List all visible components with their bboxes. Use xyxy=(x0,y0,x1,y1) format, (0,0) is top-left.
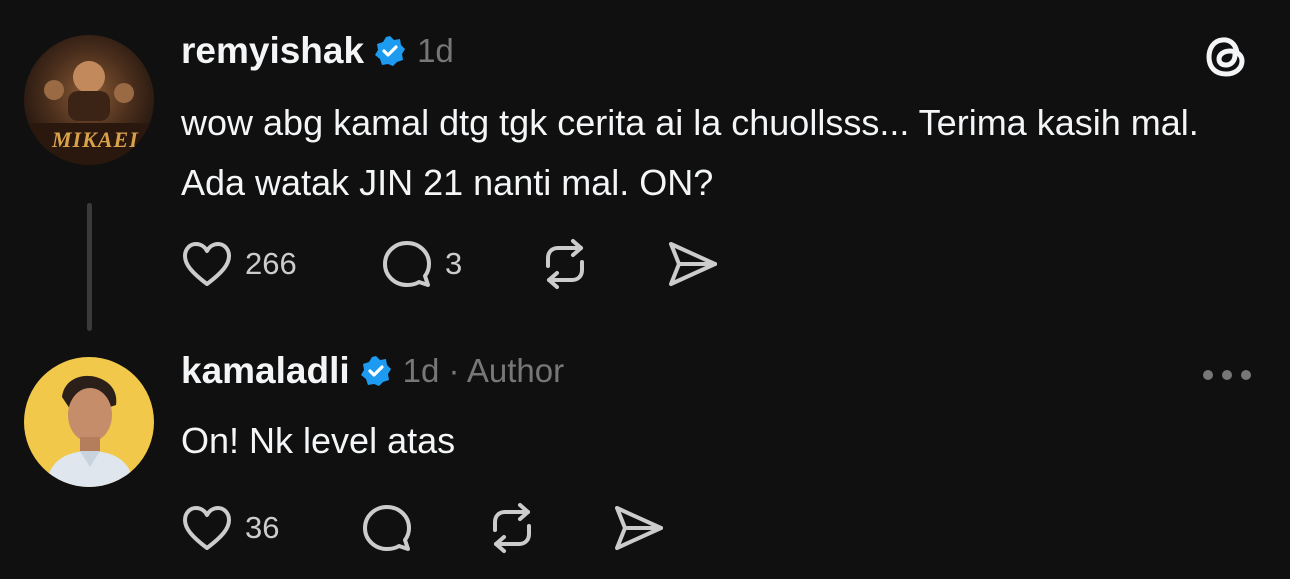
repost-icon xyxy=(493,503,531,553)
share-button[interactable] xyxy=(665,236,721,292)
heart-icon xyxy=(183,506,231,550)
post-actions: 36 xyxy=(181,500,681,556)
repost-button[interactable] xyxy=(486,500,538,556)
verified-badge-icon xyxy=(375,36,406,66)
post-actions: 266 3 xyxy=(181,236,741,292)
like-count: 36 xyxy=(245,510,280,545)
like-count: 266 xyxy=(245,246,297,281)
post-text: On! Nk level atas xyxy=(181,420,456,461)
share-send-icon xyxy=(669,242,717,286)
repost-button[interactable] xyxy=(539,236,591,292)
username[interactable]: kamaladli xyxy=(181,350,350,392)
post-header: remyishak 1d xyxy=(181,28,454,74)
reply-button[interactable]: 3 xyxy=(381,236,462,292)
like-button[interactable]: 266 xyxy=(181,236,297,292)
repost-icon xyxy=(546,239,584,289)
comment-bubble-icon xyxy=(363,505,411,551)
avatar[interactable]: MIKAEL xyxy=(24,35,154,165)
like-button[interactable]: 36 xyxy=(181,500,279,556)
heart-icon xyxy=(183,242,231,286)
post-timestamp[interactable]: 1d · Author xyxy=(403,352,564,390)
reply-button[interactable] xyxy=(361,500,413,556)
thread-connector-line xyxy=(87,203,92,331)
post-text: wow abg kamal dtg tgk cerita ai la chuol… xyxy=(181,102,1199,203)
post-header: kamaladli 1d · Author xyxy=(181,348,564,394)
post-timestamp[interactable]: 1d xyxy=(417,32,454,70)
avatar-title-text: MIKAEL xyxy=(52,127,144,152)
username[interactable]: remyishak xyxy=(181,30,364,72)
share-button[interactable] xyxy=(611,500,667,556)
comment-bubble-icon xyxy=(383,241,431,287)
threads-logo-icon[interactable] xyxy=(1200,30,1252,82)
more-horizontal-icon[interactable] xyxy=(1202,362,1252,388)
avatar[interactable] xyxy=(24,357,154,487)
share-send-icon xyxy=(615,506,663,550)
reply-count: 3 xyxy=(445,246,463,281)
verified-badge-icon xyxy=(360,356,391,386)
